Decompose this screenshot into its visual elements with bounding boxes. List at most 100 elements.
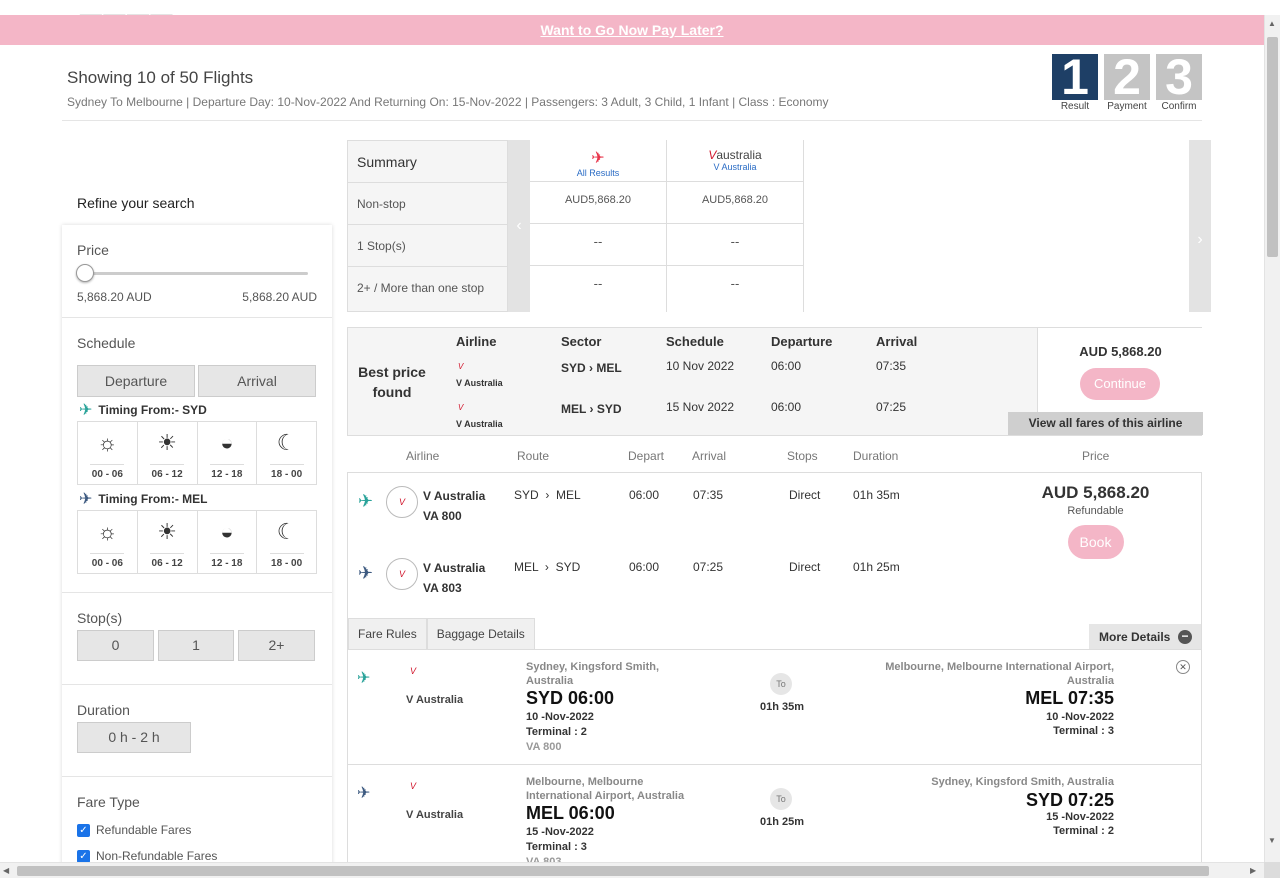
book-button[interactable]: Book [1067, 525, 1124, 559]
virgin-logo-icon: V [386, 558, 418, 590]
timing-syd-label: ✈ Timing From:- SYD [79, 402, 207, 419]
matrix-cell: -- [530, 224, 666, 266]
segment-dep-location: Melbourne, Melbourne International Airpo… [526, 776, 685, 802]
segment-dep-time: SYD 06:00 [526, 688, 615, 708]
view-all-fares-button[interactable]: View all fares of this airline [1008, 412, 1203, 435]
result-price: AUD 5,868.20 [1041, 483, 1150, 502]
segment-dep-date: 15 -Nov-2022 [526, 826, 594, 838]
best-date: 10 Nov 2022 [666, 359, 735, 373]
airplane-icon: ✈ [358, 491, 374, 511]
timing-syd-early-morning[interactable]: ☼ 00 - 06 [78, 422, 138, 484]
timing-mel-night[interactable]: ☾ 18 - 00 [257, 511, 316, 573]
close-icon[interactable]: ✕ [1176, 660, 1190, 674]
timing-syd-grid: ☼ 00 - 06 ☀ 06 - 12 ◒ 12 - 18 ☾ 18 - 00 [77, 421, 317, 485]
scroll-up-icon[interactable]: ▲ [1268, 19, 1276, 28]
matrix-cell: -- [667, 224, 803, 266]
matrix-summary-label: Summary [348, 141, 508, 183]
continue-button[interactable]: Continue [1080, 368, 1160, 400]
scroll-left-icon[interactable]: ◀ [3, 866, 9, 875]
duration-title: Duration [77, 702, 130, 718]
sunrise-icon: ☼ [97, 430, 118, 455]
chevron-right-icon: › [541, 560, 553, 574]
departure-tab[interactable]: Departure [77, 365, 195, 397]
segment-arr-location: Sydney, Kingsford Smith, Australia [931, 776, 1114, 788]
result-price-block: AUD 5,868.20 Refundable Book [1028, 483, 1163, 559]
refundable-checkbox[interactable]: ✓ Refundable Fares [77, 823, 191, 837]
best-airline: V Australia [456, 419, 503, 429]
scrollbar-thumb[interactable] [17, 866, 1209, 876]
detail-tabs: Fare Rules Baggage Details [348, 618, 535, 650]
pay-later-link[interactable]: Want to Go Now Pay Later? [540, 22, 723, 38]
best-price-panel: Best price found Airline Sector Schedule… [347, 327, 1203, 436]
res-col-stops: Stops [787, 449, 818, 463]
best-arr: 07:25 [876, 400, 907, 414]
timing-syd-night[interactable]: ☾ 18 - 00 [257, 422, 316, 484]
segment-arr-date: 15 -Nov-2022 [1046, 811, 1114, 823]
col-schedule: Schedule [666, 334, 724, 349]
tab-baggage-details[interactable]: Baggage Details [426, 618, 535, 650]
stops-title: Stop(s) [77, 610, 123, 626]
col-departure: Departure [771, 334, 833, 349]
all-results-header[interactable]: ✈ All Results [530, 140, 666, 182]
collapse-icon: − [1178, 630, 1192, 644]
vertical-scrollbar[interactable]: ▲ ▼ [1264, 15, 1280, 865]
col-arrival: Arrival [876, 334, 918, 349]
leg-route: MEL › SYD [514, 560, 581, 574]
matrix-row-labels: Summary Non-stop 1 Stop(s) 2+ / More tha… [347, 140, 508, 312]
col-airline: Airline [456, 334, 497, 349]
checkmark-icon: ✓ [77, 849, 90, 863]
v-australia-header[interactable]: Vaustralia V Australia [667, 140, 803, 182]
matrix-cell[interactable]: AUD5,868.20 [530, 182, 666, 224]
price-min: 5,868.20 AUD [77, 290, 152, 304]
stops-2plus-button[interactable]: 2+ [238, 630, 315, 661]
arrival-tab[interactable]: Arrival [198, 365, 316, 397]
airplane-icon: ✈ [79, 491, 93, 508]
price-slider-handle[interactable] [76, 264, 94, 282]
segment-detail: ✈ V V Australia Sydney, Kingsford Smith,… [348, 650, 1201, 764]
segment-to-badge: To [770, 673, 792, 695]
scrollbar-corner [1264, 862, 1280, 878]
fare-type-title: Fare Type [77, 794, 140, 810]
duration-option-button[interactable]: 0 h - 2 h [77, 722, 191, 753]
stops-0-button[interactable]: 0 [77, 630, 154, 661]
timing-mel-morning[interactable]: ☀ 06 - 12 [138, 511, 198, 573]
leg-arrival: 07:25 [693, 560, 724, 574]
segment-duration: 01h 35m [760, 701, 805, 713]
schedule-title: Schedule [77, 335, 136, 351]
step-result: 1 Result [1052, 54, 1098, 112]
step-payment: 2 Payment [1104, 54, 1150, 112]
horizontal-scrollbar[interactable]: ◀ ▶ [0, 862, 1264, 878]
matrix-1stop-label: 1 Stop(s) [348, 225, 508, 267]
matrix-cell[interactable]: AUD5,868.20 [667, 182, 803, 224]
leg-stops: Direct [789, 560, 821, 574]
col-sector: Sector [561, 334, 602, 349]
stops-1-button[interactable]: 1 [158, 630, 234, 661]
airplane-icon: ✈ [357, 670, 371, 687]
timing-mel-afternoon[interactable]: ◒ 12 - 18 [198, 511, 258, 573]
scrollbar-thumb[interactable] [1267, 37, 1278, 257]
price-slider-track[interactable] [84, 272, 308, 275]
res-col-price: Price [1082, 449, 1110, 463]
tab-fare-rules[interactable]: Fare Rules [348, 618, 427, 650]
checkmark-icon: ✓ [77, 823, 90, 837]
res-col-arrival: Arrival [692, 449, 727, 463]
matrix-next-icon[interactable]: › [1189, 140, 1211, 312]
timing-mel-early-morning[interactable]: ☼ 00 - 06 [78, 511, 138, 573]
timing-syd-morning[interactable]: ☀ 06 - 12 [138, 422, 198, 484]
best-sector: SYD › MEL [561, 361, 622, 375]
best-dep: 06:00 [771, 400, 802, 414]
filter-sidebar: Price 5,868.20 AUD 5,868.20 AUD Schedule… [62, 225, 332, 865]
leg-route: SYD › MEL [514, 488, 581, 502]
scroll-down-icon[interactable]: ▼ [1268, 836, 1276, 845]
segment-arr-time: SYD 07:25 [1025, 790, 1114, 810]
matrix-prev-icon[interactable]: ‹ [508, 140, 530, 312]
matrix-col-all: ✈ All Results AUD5,868.20 -- -- [530, 140, 667, 312]
more-details-button[interactable]: More Details − [1089, 624, 1201, 650]
timing-syd-afternoon[interactable]: ◒ 12 - 18 [198, 422, 258, 484]
scroll-right-icon[interactable]: ▶ [1250, 866, 1256, 875]
res-col-depart: Depart [628, 449, 665, 463]
sun-icon: ☀ [157, 519, 177, 544]
res-col-duration: Duration [853, 449, 899, 463]
schedule-filter: Schedule Departure Arrival ✈ Timing From… [62, 318, 332, 593]
non-refundable-checkbox[interactable]: ✓ Non-Refundable Fares [77, 849, 217, 863]
